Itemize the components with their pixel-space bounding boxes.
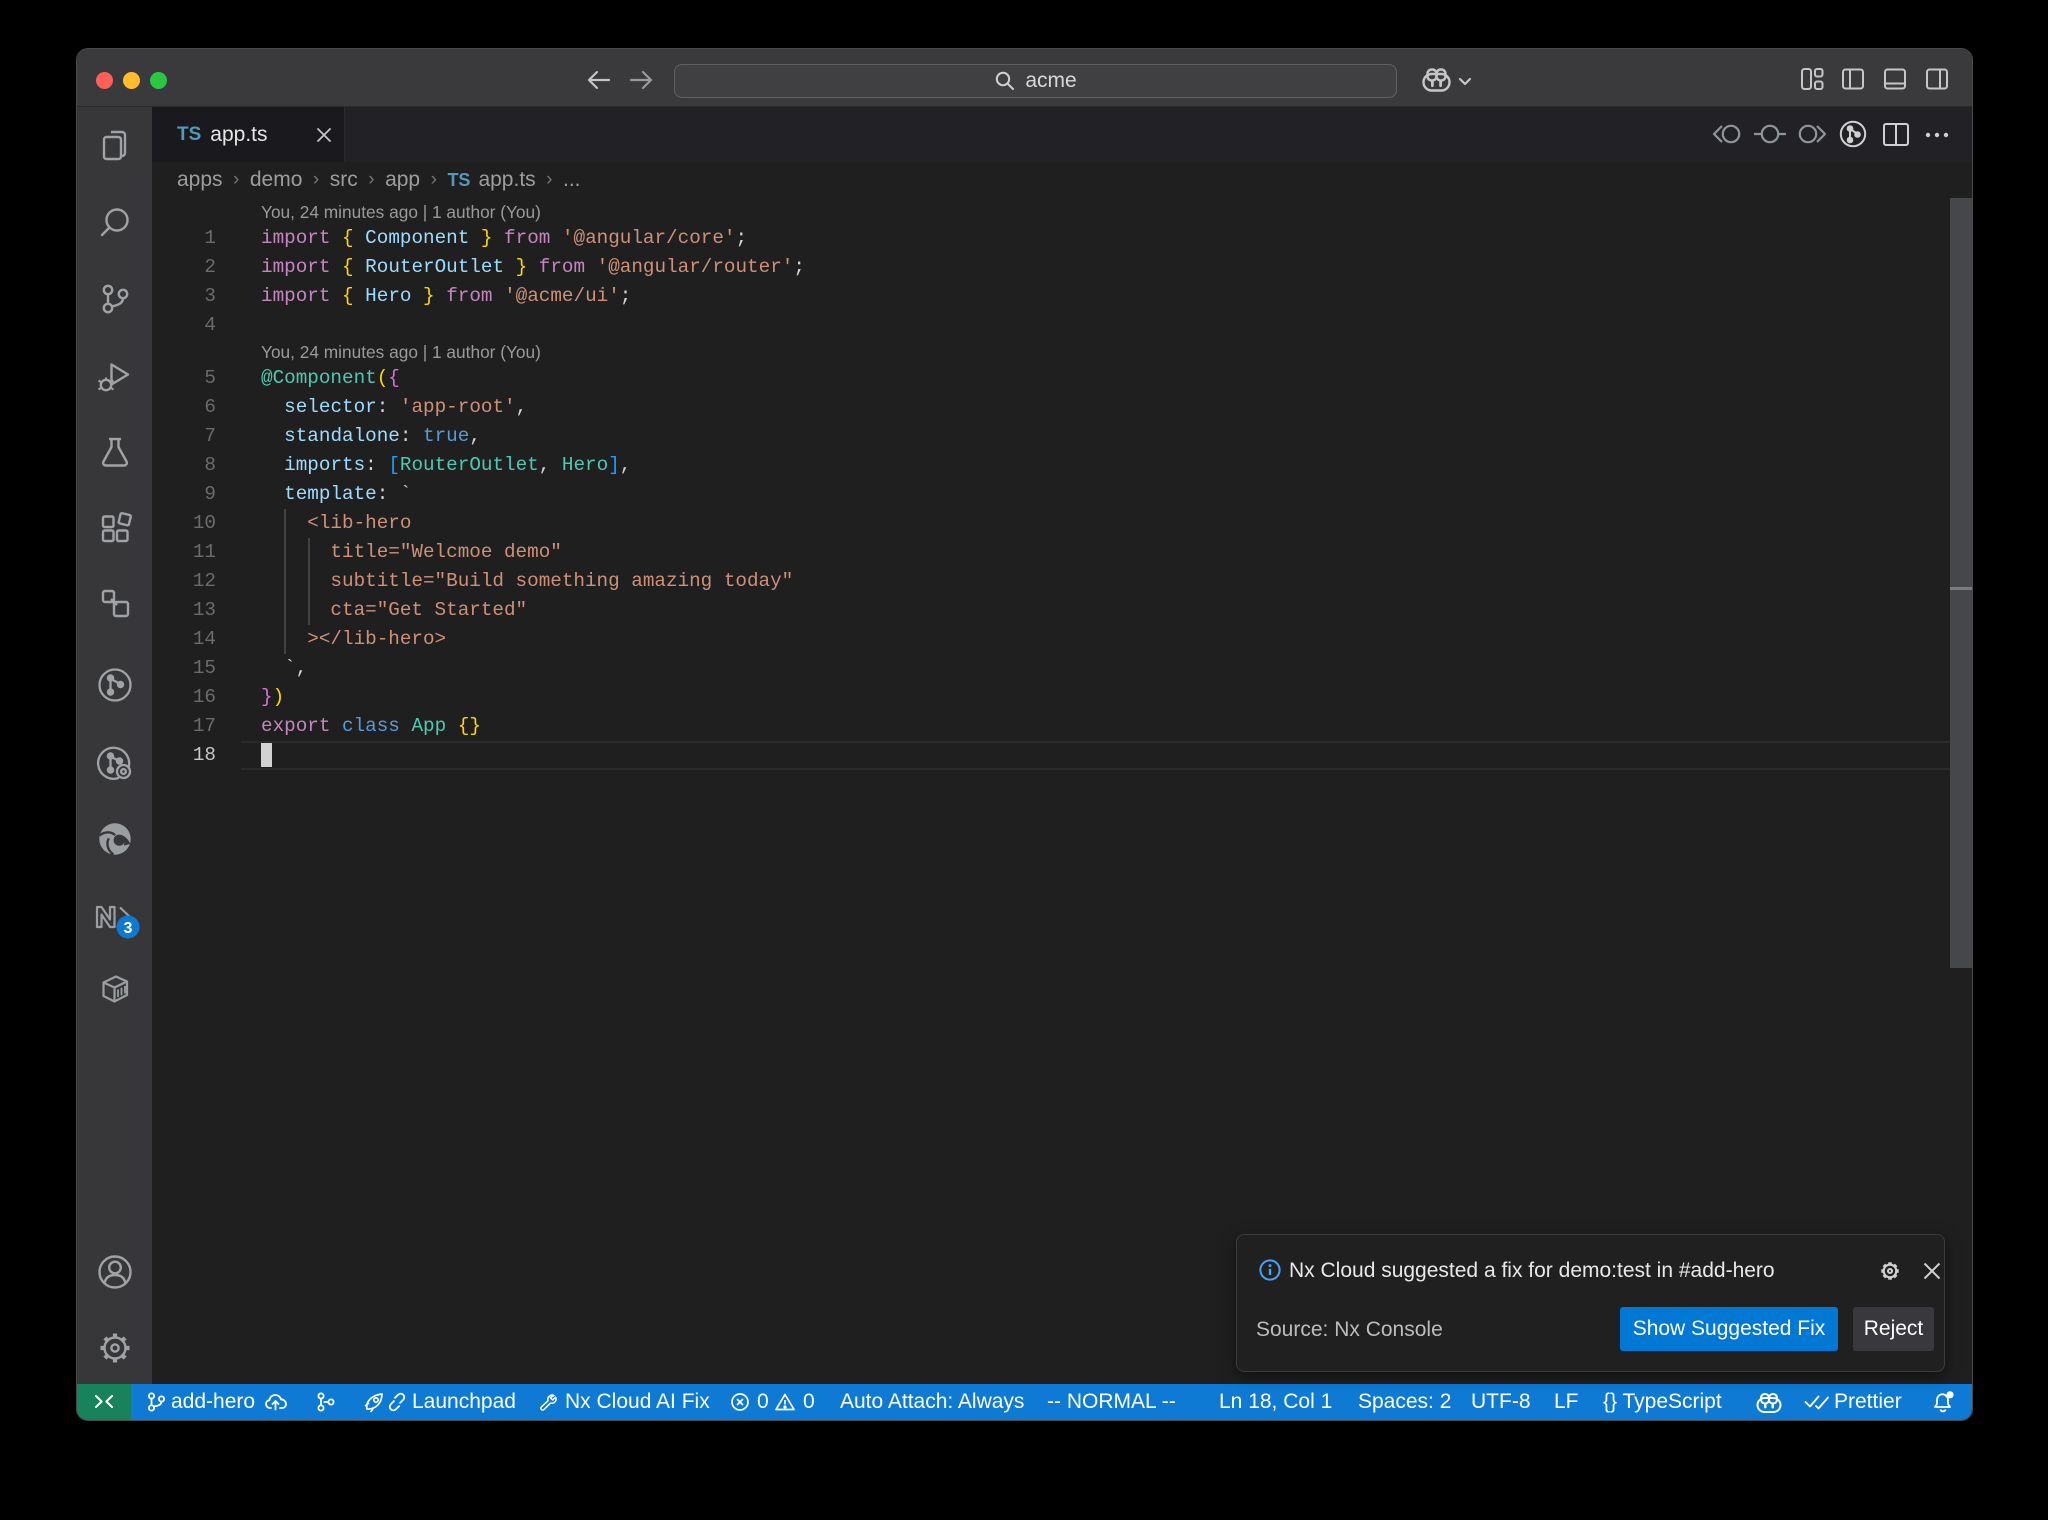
svg-text:3: 3: [124, 920, 133, 937]
